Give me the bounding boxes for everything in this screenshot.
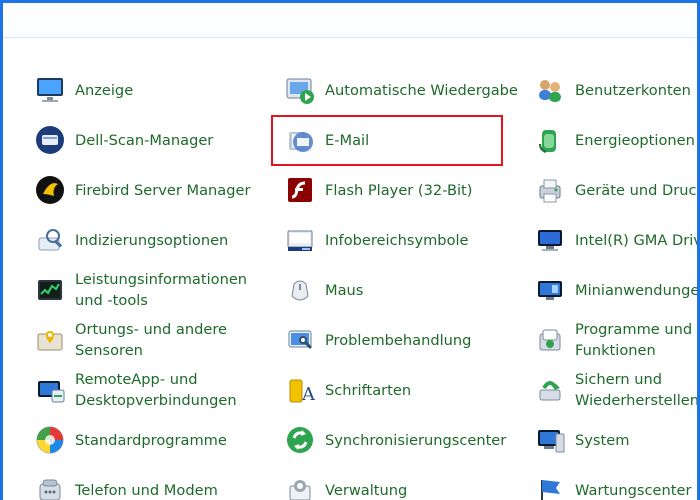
item-automatische-wiedergabe[interactable]: Automatische Wiedergabe <box>283 67 523 113</box>
item-label: Geräte und Druck <box>575 181 700 199</box>
item-geraete-und-drucker[interactable]: Geräte und Druck <box>533 167 700 213</box>
item-intel-gma-driver[interactable]: Intel(R) GMA Driv <box>533 217 700 263</box>
administrative-tools-icon <box>283 473 317 500</box>
backup-restore-icon <box>533 373 567 407</box>
item-label: Infobereichsymbole <box>325 231 469 249</box>
control-panel-items-grid: Anzeige Automatische Wiedergabe Benutzer… <box>3 3 700 500</box>
item-synchronisierungscenter[interactable]: Synchronisierungscenter <box>283 417 523 463</box>
item-telefon-und-modem[interactable]: Telefon und Modem <box>33 467 273 500</box>
phone-modem-icon <box>33 473 67 500</box>
item-label: Problembehandlung <box>325 331 472 349</box>
flash-icon <box>283 173 317 207</box>
item-e-mail[interactable]: E-Mail <box>283 117 523 163</box>
autoplay-icon <box>283 73 317 107</box>
default-programs-icon <box>33 423 67 457</box>
item-standardprogramme[interactable]: Standardprogramme <box>33 417 273 463</box>
item-label: Synchronisierungscenter <box>325 431 507 449</box>
power-options-icon <box>533 123 567 157</box>
notification-area-icon <box>283 223 317 257</box>
item-schriftarten[interactable]: A Schriftarten <box>283 367 523 413</box>
item-label: Minianwendunge <box>575 281 700 299</box>
intel-gma-icon <box>533 223 567 257</box>
item-label: Schriftarten <box>325 381 412 399</box>
performance-icon <box>33 273 67 307</box>
item-label: Energieoptionen <box>575 131 695 149</box>
item-label: System <box>575 431 630 449</box>
gadgets-icon <box>533 273 567 307</box>
firebird-icon <box>33 173 67 207</box>
troubleshooting-icon <box>283 323 317 357</box>
svg-text:A: A <box>301 384 316 405</box>
item-label: Benutzerkonten <box>575 81 691 99</box>
control-panel-window: Anzeige Automatische Wiedergabe Benutzer… <box>0 0 700 500</box>
programs-features-icon <box>533 323 567 357</box>
scanner-icon <box>33 123 67 157</box>
devices-printers-icon <box>533 173 567 207</box>
indexing-icon <box>33 223 67 257</box>
item-energieoptionen[interactable]: Energieoptionen <box>533 117 697 163</box>
item-verwaltung[interactable]: Verwaltung <box>283 467 523 500</box>
item-flash-player[interactable]: Flash Player (32-Bit) <box>283 167 523 213</box>
user-accounts-icon <box>533 73 567 107</box>
email-icon <box>283 123 317 157</box>
remoteapp-icon <box>33 373 67 407</box>
action-center-icon <box>533 473 567 500</box>
item-label: Standardprogramme <box>75 431 227 449</box>
item-label: Dell-Scan-Manager <box>75 131 214 149</box>
item-leistungsinformationen[interactable]: Leistungsinformationen und -tools <box>33 267 273 313</box>
item-label: Ortungs- und andere Sensoren <box>75 321 227 359</box>
item-anzeige[interactable]: Anzeige <box>33 67 273 113</box>
mouse-icon <box>283 273 317 307</box>
item-sichern-und-wiederherstellen[interactable]: Sichern und Wiederherstellen <box>533 367 699 413</box>
item-label: Flash Player (32-Bit) <box>325 181 473 199</box>
item-benutzerkonten[interactable]: Benutzerkonten <box>533 67 697 113</box>
item-firebird-server-manager[interactable]: Firebird Server Manager <box>33 167 273 213</box>
item-label: Verwaltung <box>325 481 408 499</box>
item-label: Automatische Wiedergabe <box>325 81 518 99</box>
item-programme-und-funktionen[interactable]: Programme und Funktionen <box>533 317 697 363</box>
item-wartungscenter[interactable]: Wartungscenter <box>533 467 697 500</box>
item-label: Telefon und Modem <box>75 481 218 499</box>
item-dell-scan-manager[interactable]: Dell-Scan-Manager <box>33 117 273 163</box>
display-icon <box>33 73 67 107</box>
item-label: Anzeige <box>75 81 134 99</box>
item-label: Wartungscenter <box>575 481 692 499</box>
item-indizierungsoptionen[interactable]: Indizierungsoptionen <box>33 217 273 263</box>
item-label: Intel(R) GMA Driv <box>575 231 700 249</box>
item-label: RemoteApp- und Desktopverbindungen <box>75 371 237 409</box>
item-infobereichsymbole[interactable]: Infobereichsymbole <box>283 217 523 263</box>
location-sensors-icon <box>33 323 67 357</box>
fonts-icon: A <box>283 373 317 407</box>
item-label: Sichern und Wiederherstellen <box>575 371 699 409</box>
item-label: Firebird Server Manager <box>75 181 251 199</box>
item-label: Indizierungsoptionen <box>75 231 229 249</box>
sync-center-icon <box>283 423 317 457</box>
item-ortungs-und-andere-sensoren[interactable]: Ortungs- und andere Sensoren <box>33 317 273 363</box>
item-label: Programme und Funktionen <box>575 321 693 359</box>
item-system[interactable]: System <box>533 417 697 463</box>
system-icon <box>533 423 567 457</box>
item-problembehandlung[interactable]: Problembehandlung <box>283 317 523 363</box>
item-label: E-Mail <box>325 131 370 149</box>
item-remoteapp-und-desktopverbindungen[interactable]: RemoteApp- und Desktopverbindungen <box>33 367 273 413</box>
item-label: Maus <box>325 281 364 299</box>
item-minianwendungen[interactable]: Minianwendunge <box>533 267 700 313</box>
item-label: Leistungsinformationen und -tools <box>75 271 248 309</box>
item-maus[interactable]: Maus <box>283 267 523 313</box>
